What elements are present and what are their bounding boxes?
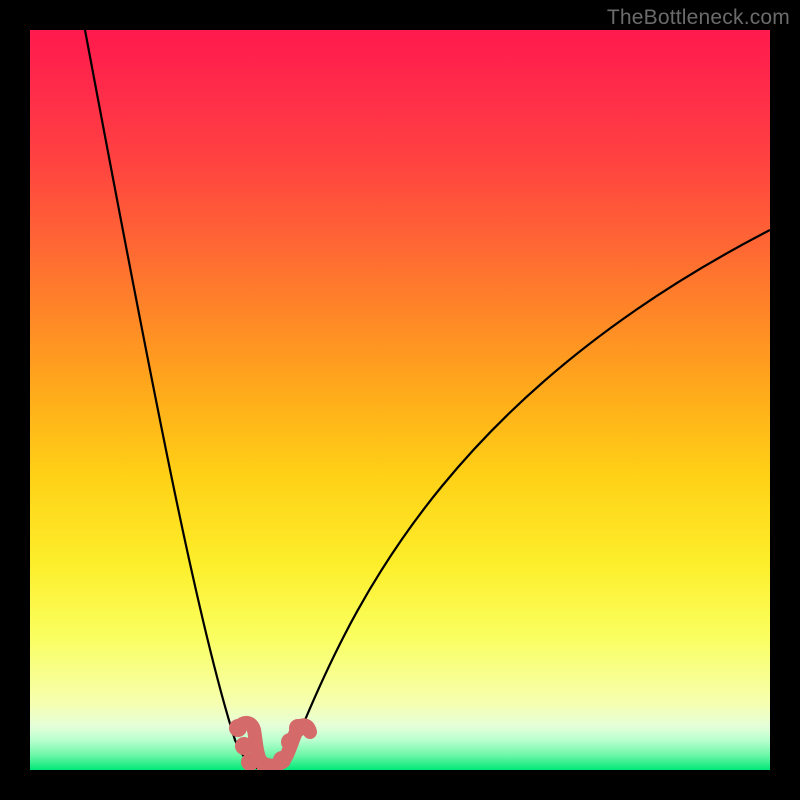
watermark-text: TheBottleneck.com — [607, 6, 790, 30]
marker-dot — [235, 737, 253, 755]
chart-frame — [30, 30, 770, 770]
marker-dots — [229, 719, 307, 770]
marker-layer — [30, 30, 770, 770]
marker-dot — [229, 719, 247, 737]
marker-dot — [273, 751, 291, 769]
marker-dot — [289, 719, 307, 737]
